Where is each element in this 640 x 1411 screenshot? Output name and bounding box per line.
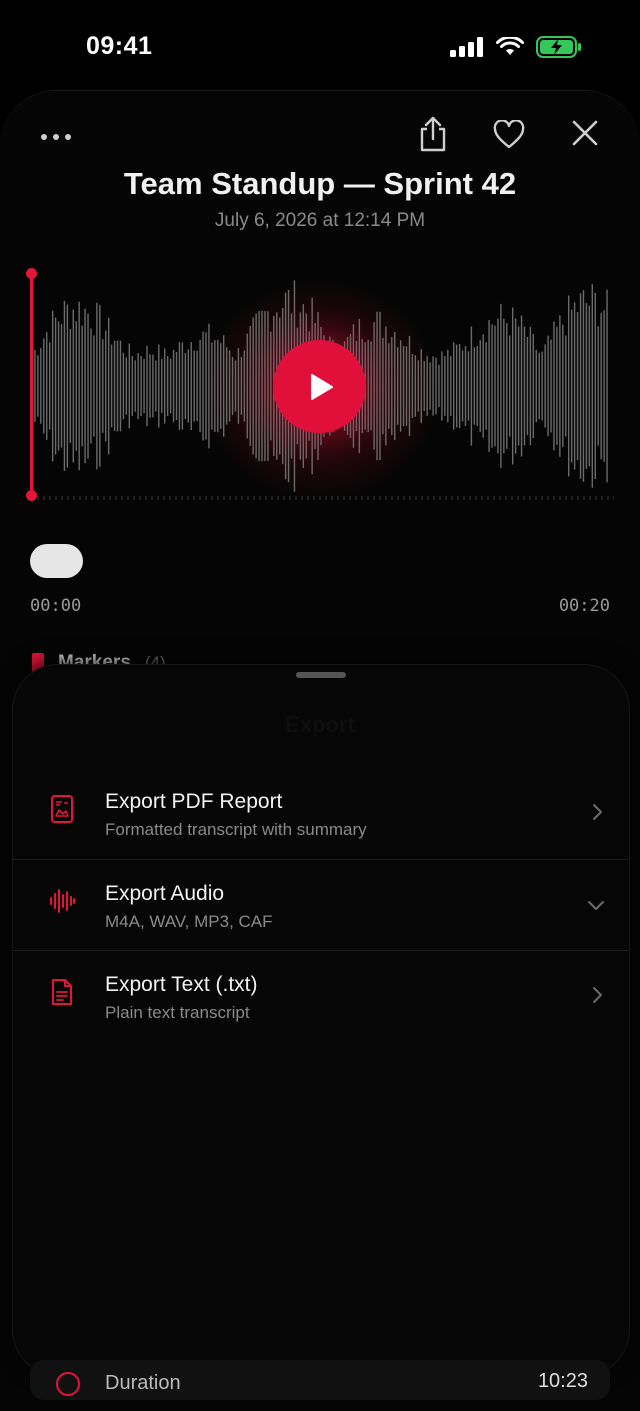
close-icon — [572, 120, 598, 146]
playhead-bottom-handle[interactable] — [26, 490, 37, 501]
playhead[interactable] — [30, 272, 33, 498]
more-button[interactable] — [40, 130, 72, 144]
chevron-down-icon — [588, 901, 604, 910]
status-icons — [450, 36, 582, 58]
status-bar: 09:41 — [0, 0, 640, 95]
status-time: 09:41 — [86, 32, 153, 60]
playback-speed-toggle[interactable] — [30, 544, 83, 578]
export-text-title: Export Text (.txt) — [105, 973, 258, 996]
more-icon — [41, 134, 71, 140]
playhead-top-handle[interactable] — [26, 268, 37, 279]
duration-label: Duration — [105, 1372, 181, 1394]
current-time: 00:00 — [30, 596, 82, 616]
signal-icon — [450, 37, 483, 57]
pdf-report-icon — [48, 794, 76, 824]
wifi-icon — [496, 37, 524, 55]
close-button[interactable] — [570, 118, 600, 148]
export-text-row[interactable]: Export Text (.txt) Plain text transcript — [12, 951, 628, 1041]
share-button[interactable] — [414, 114, 452, 154]
play-icon — [310, 373, 333, 400]
recording-title: Team Standup — Sprint 42 — [123, 166, 517, 201]
sheet-title: Export — [285, 712, 355, 737]
total-time: 00:20 — [558, 596, 610, 616]
share-icon — [420, 116, 446, 152]
text-document-icon — [48, 977, 76, 1007]
export-pdf-subtitle: Formatted transcript with summary — [105, 820, 367, 839]
export-text-subtitle: Plain text transcript — [105, 1003, 250, 1022]
export-pdf-row[interactable]: Export PDF Report Formatted transcript w… — [12, 768, 628, 858]
export-pdf-title: Export PDF Report — [105, 790, 283, 813]
export-audio-row[interactable]: Export Audio M4A, WAV, MP3, CAF — [12, 860, 628, 950]
favorite-button[interactable] — [490, 118, 528, 152]
battery-charging-icon — [536, 36, 581, 58]
chevron-right-icon — [593, 987, 602, 1003]
export-audio-subtitle: M4A, WAV, MP3, CAF — [105, 912, 273, 931]
export-audio-title: Export Audio — [105, 882, 225, 905]
sheet-grabber[interactable] — [296, 672, 346, 678]
heart-icon — [493, 120, 525, 149]
waveform-icon — [48, 886, 76, 916]
recording-date: July 6, 2026 at 12:14 PM — [214, 210, 426, 231]
duration-value: 10:23 — [537, 1370, 588, 1392]
chevron-right-icon — [593, 804, 602, 820]
clock-icon — [56, 1372, 80, 1396]
play-button[interactable] — [273, 340, 366, 433]
